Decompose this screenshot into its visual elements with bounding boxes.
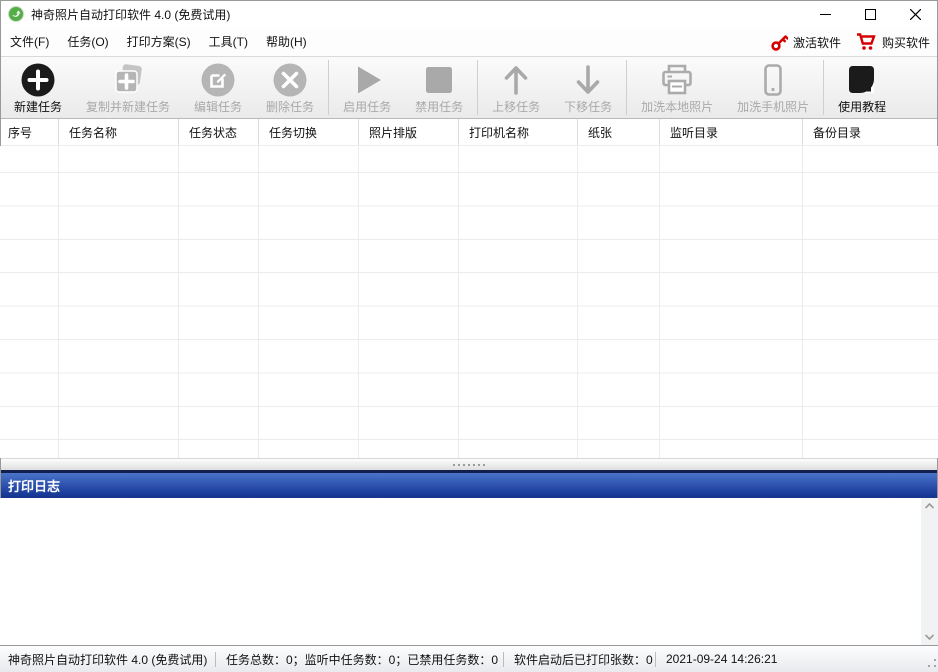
status-task-counts: 任务总数：0；监听中任务数：0；已禁用任务数：0	[216, 651, 503, 668]
activate-software-button[interactable]: 激活软件	[771, 34, 841, 51]
column-header-index[interactable]: 序号	[0, 119, 59, 145]
table-column	[0, 146, 59, 458]
log-scrollbar[interactable]	[921, 498, 938, 645]
toolbar-separator	[626, 60, 627, 115]
print-phone-photos-button[interactable]: 加洗手机照片	[725, 57, 821, 118]
chevron-down-icon	[925, 634, 934, 640]
plus-circle-icon	[20, 61, 56, 99]
arrow-up-icon	[498, 61, 534, 99]
print-phone-photos-label: 加洗手机照片	[737, 99, 809, 115]
buy-software-button[interactable]: 购买软件	[857, 33, 930, 51]
printer-icon	[659, 61, 695, 99]
disable-task-button[interactable]: 禁用任务	[403, 57, 475, 118]
toolbar-separator	[328, 60, 329, 115]
new-task-button[interactable]: 新建任务	[2, 57, 74, 118]
column-header-task-name[interactable]: 任务名称	[59, 119, 179, 145]
copy-plus-icon	[110, 61, 146, 99]
toolbar-separator	[477, 60, 478, 115]
edit-circle-icon	[200, 61, 236, 99]
key-icon	[771, 34, 788, 51]
print-local-photos-label: 加洗本地照片	[641, 99, 713, 115]
move-up-task-button[interactable]: 上移任务	[480, 57, 552, 118]
resize-grip[interactable]	[926, 659, 936, 669]
scroll-down-button[interactable]	[921, 629, 938, 645]
delete-task-label: 删除任务	[266, 99, 314, 115]
menu-item-task[interactable]: 任务(O)	[59, 28, 116, 56]
splitter-handle[interactable]	[0, 458, 938, 470]
window-title: 神奇照片自动打印软件 4.0 (免费试用)	[31, 6, 230, 23]
menu-item-tools[interactable]: 工具(T)	[201, 28, 256, 56]
print-local-photos-button[interactable]: 加洗本地照片	[629, 57, 725, 118]
book-icon	[844, 61, 880, 99]
app-logo-icon	[8, 6, 24, 22]
tutorial-button[interactable]: 使用教程	[826, 57, 898, 118]
maximize-icon	[865, 9, 876, 20]
edit-task-button[interactable]: 编辑任务	[182, 57, 254, 118]
minimize-icon	[820, 9, 831, 20]
status-bar: 神奇照片自动打印软件 4.0 (免费试用) 任务总数：0；监听中任务数：0；已禁…	[0, 645, 938, 672]
cart-icon	[857, 33, 877, 51]
column-header-task-status[interactable]: 任务状态	[179, 119, 259, 145]
copy-new-task-label: 复制并新建任务	[86, 99, 170, 115]
edit-task-label: 编辑任务	[194, 99, 242, 115]
menu-bar: 文件(F) 任务(O) 打印方案(S) 工具(T) 帮助(H) 激活软件 购买软…	[0, 28, 938, 57]
activate-software-label: 激活软件	[793, 34, 841, 51]
print-log-area	[0, 498, 938, 645]
menu-bar-right: 激活软件 购买软件	[771, 33, 938, 51]
chevron-up-icon	[925, 503, 934, 509]
buy-software-label: 购买软件	[882, 34, 930, 51]
menu-item-help[interactable]: 帮助(H)	[258, 28, 315, 56]
table-column	[578, 146, 660, 458]
print-log-title: 打印日志	[8, 476, 60, 495]
tutorial-label: 使用教程	[838, 99, 886, 115]
stop-icon	[421, 61, 457, 99]
column-header-paper[interactable]: 纸张	[578, 119, 660, 145]
arrow-down-icon	[570, 61, 606, 99]
scroll-up-button[interactable]	[921, 498, 938, 514]
disable-task-label: 禁用任务	[415, 99, 463, 115]
column-header-watch-dir[interactable]: 监听目录	[660, 119, 803, 145]
status-app-name: 神奇照片自动打印软件 4.0 (免费试用)	[0, 651, 215, 668]
column-header-photo-layout[interactable]: 照片排版	[359, 119, 459, 145]
x-circle-icon	[272, 61, 308, 99]
play-icon	[349, 61, 385, 99]
status-printed-count: 软件启动后已打印张数：0	[504, 651, 655, 668]
task-table-header: 序号 任务名称 任务状态 任务切换 照片排版 打印机名称 纸张 监听目录 备份目…	[0, 119, 938, 146]
column-header-printer-name[interactable]: 打印机名称	[459, 119, 578, 145]
toolbar: 新建任务 复制并新建任务 编辑任务	[0, 57, 938, 119]
toolbar-separator	[823, 60, 824, 115]
app-window: 神奇照片自动打印软件 4.0 (免费试用) 文件(F) 任务(O) 打印方案(S…	[0, 0, 938, 672]
close-button[interactable]	[893, 0, 938, 28]
table-column	[660, 146, 803, 458]
smartphone-icon	[755, 61, 791, 99]
table-column	[359, 146, 459, 458]
task-table-body	[0, 146, 938, 458]
table-column	[459, 146, 578, 458]
move-down-task-label: 下移任务	[564, 99, 612, 115]
table-column	[179, 146, 259, 458]
status-timestamp: 2021-09-24 14:26:21	[656, 652, 787, 666]
minimize-button[interactable]	[803, 0, 848, 28]
window-controls	[803, 0, 938, 28]
delete-task-button[interactable]: 删除任务	[254, 57, 326, 118]
enable-task-label: 启用任务	[343, 99, 391, 115]
table-column	[803, 146, 938, 458]
enable-task-button[interactable]: 启用任务	[331, 57, 403, 118]
column-header-backup-dir[interactable]: 备份目录	[803, 119, 938, 145]
table-column	[259, 146, 359, 458]
copy-new-task-button[interactable]: 复制并新建任务	[74, 57, 182, 118]
title-bar: 神奇照片自动打印软件 4.0 (免费试用)	[0, 0, 938, 28]
new-task-label: 新建任务	[14, 99, 62, 115]
column-header-task-switch[interactable]: 任务切换	[259, 119, 359, 145]
menu-item-file[interactable]: 文件(F)	[2, 28, 57, 56]
move-down-task-button[interactable]: 下移任务	[552, 57, 624, 118]
menu-item-print-plan[interactable]: 打印方案(S)	[119, 28, 199, 56]
close-icon	[910, 9, 921, 20]
print-log-header: 打印日志	[0, 470, 938, 498]
table-column	[59, 146, 179, 458]
move-up-task-label: 上移任务	[492, 99, 540, 115]
maximize-button[interactable]	[848, 0, 893, 28]
